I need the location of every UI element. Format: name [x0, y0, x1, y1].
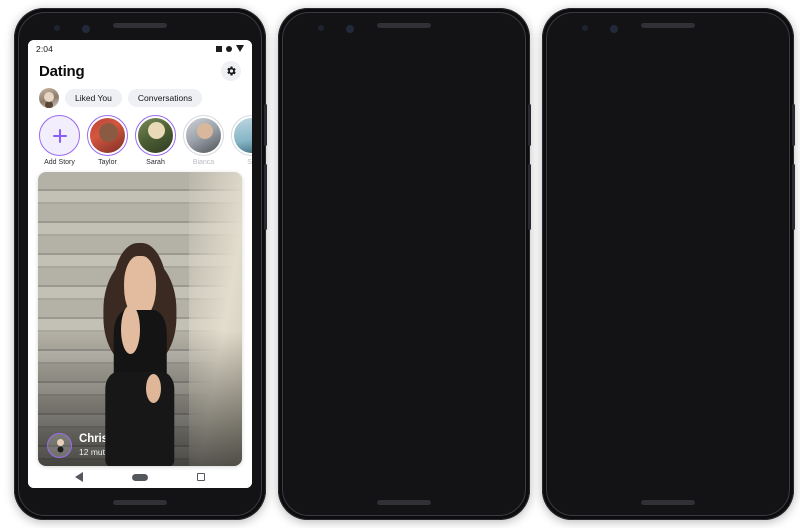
avatar[interactable] [47, 433, 72, 458]
story-thumbnail [234, 118, 252, 153]
dot-icon [226, 45, 232, 52]
sensor-dot-icon [54, 25, 60, 31]
add-story-button[interactable] [39, 115, 80, 156]
status-icons [216, 45, 244, 52]
phone-inner-frame [546, 12, 790, 516]
back-icon[interactable] [74, 472, 83, 482]
home-icon[interactable] [131, 473, 148, 481]
story-thumbnail [90, 118, 125, 153]
story-item-taylor[interactable]: Taylor [87, 115, 128, 166]
story-ring [135, 115, 176, 156]
story-label: Sp [247, 159, 252, 166]
phone-dating-feed: 2:04 Dating Liked You Conversations Add … [14, 8, 267, 520]
status-time: 2:04 [36, 43, 53, 54]
story-add[interactable]: Add Story [39, 115, 80, 166]
story-ring [183, 115, 224, 156]
profile-card[interactable]: Christine, 28 12 mutual friends [38, 172, 242, 466]
power-button[interactable] [792, 104, 795, 146]
android-nav-bar [28, 466, 252, 488]
settings-button[interactable] [221, 61, 241, 81]
front-camera-icon [610, 25, 618, 33]
tab-liked-you[interactable]: Liked You [65, 89, 122, 107]
volume-button[interactable] [264, 164, 267, 230]
story-ring [231, 115, 252, 156]
story-item-sarah[interactable]: Sarah [135, 115, 176, 166]
bottom-speaker [113, 500, 167, 505]
story-label: Add Story [44, 159, 75, 166]
front-camera-icon [82, 25, 90, 33]
avatar[interactable] [39, 88, 59, 108]
story-label: Bianca [192, 159, 215, 166]
phone-story-pool: Christine 2h ❤ ❤ [542, 8, 795, 520]
story-thumbnail [186, 118, 221, 153]
story-label: Taylor [98, 159, 117, 166]
power-button[interactable] [264, 104, 267, 146]
phone1-screen: 2:04 Dating Liked You Conversations Add … [28, 40, 252, 488]
volume-button[interactable] [528, 164, 531, 230]
earpiece-speaker [641, 23, 695, 28]
screenshot-root: 2:04 Dating Liked You Conversations Add … [0, 0, 800, 528]
story-item-bianca[interactable]: Bianca [183, 115, 224, 166]
power-button[interactable] [528, 104, 531, 146]
volume-button[interactable] [792, 164, 795, 230]
filter-row: Liked You Conversations [28, 83, 252, 115]
gear-icon [227, 66, 236, 76]
sensor-dot-icon [582, 25, 588, 31]
story-ring [87, 115, 128, 156]
story-tray[interactable]: Add Story Taylor Sarah Bianca S [28, 115, 252, 166]
bottom-speaker [641, 500, 695, 505]
story-thumbnail [138, 118, 173, 153]
phone-story-beach: Christine 3h VACATION MODE! ✈️ Chri [278, 8, 531, 520]
story-item-partial[interactable]: Sp [231, 115, 252, 166]
story-label: Sarah [146, 159, 165, 166]
earpiece-speaker [377, 23, 431, 28]
phone-inner-frame [282, 12, 526, 516]
app-bar: Dating [28, 57, 252, 83]
page-title: Dating [39, 62, 85, 80]
front-camera-icon [346, 25, 354, 33]
tab-conversations[interactable]: Conversations [127, 89, 203, 107]
earpiece-speaker [113, 23, 167, 28]
status-bar: 2:04 [28, 40, 252, 57]
recents-icon[interactable] [197, 473, 206, 481]
bottom-speaker [377, 500, 431, 505]
square-icon [216, 45, 222, 52]
signal-triangle-icon [236, 45, 244, 52]
sensor-dot-icon [318, 25, 324, 31]
plus-icon [52, 128, 67, 143]
